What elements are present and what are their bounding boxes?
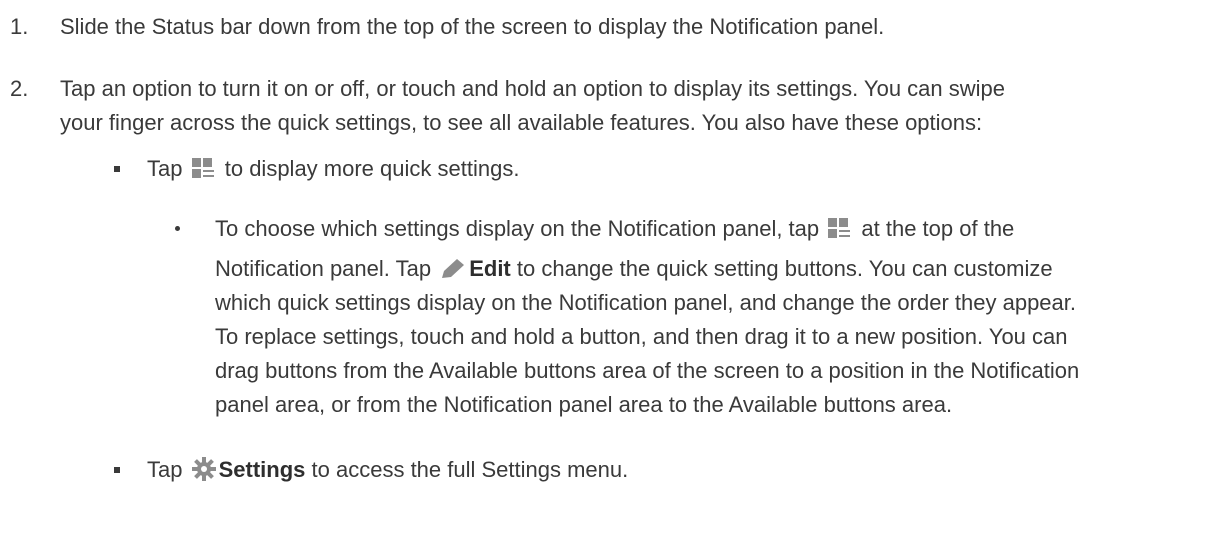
pencil-icon [440,256,466,290]
gear-icon [191,457,216,491]
quick-settings-icon [191,156,216,190]
bullet-marker [114,467,120,473]
bullet-text: Tap Settings to access the full Settings… [147,453,1207,491]
step-number: 2. [10,76,29,101]
step-number: 1. [10,14,29,39]
sub-bullet-marker [175,226,180,231]
bullet-text-post: to access the full Settings menu. [311,457,629,482]
sub-bullet-line: drag buttons from the Available buttons … [215,358,1080,383]
sub-text: to change the quick setting buttons. You… [516,256,1053,281]
bullet-text-pre: Tap [147,156,183,181]
edit-label: Edit [469,256,511,281]
sub-text: To choose which settings display on the … [215,216,820,241]
step-text: Slide the Status bar down from the top o… [60,14,885,39]
settings-label: Settings [218,457,306,482]
sub-text: Notification panel. Tap [215,256,432,281]
sub-text: at the top of the [861,216,1015,241]
step-text-line: your finger across the quick settings, t… [60,110,983,135]
instructions-document: 1. Slide the Status bar down from the to… [0,0,1220,543]
quick-settings-icon [828,216,852,250]
sub-bullet-line: which quick settings display on the Noti… [215,290,1076,315]
bullet-text-post: to display more quick settings. [224,156,520,181]
sub-bullet-line: Notification panel. Tap Edit to change t… [215,252,1215,290]
bullet-text-pre: Tap [147,457,183,482]
bullet-marker [114,166,120,172]
sub-bullet-line: To choose which settings display on the … [215,212,1215,250]
sub-bullet-line: panel area, or from the Notification pan… [215,392,953,417]
bullet-text: Tap to display more quick settings. [147,152,1207,190]
sub-bullet-line: To replace settings, touch and hold a bu… [215,324,1068,349]
step-text-line: Tap an option to turn it on or off, or t… [60,76,1006,101]
